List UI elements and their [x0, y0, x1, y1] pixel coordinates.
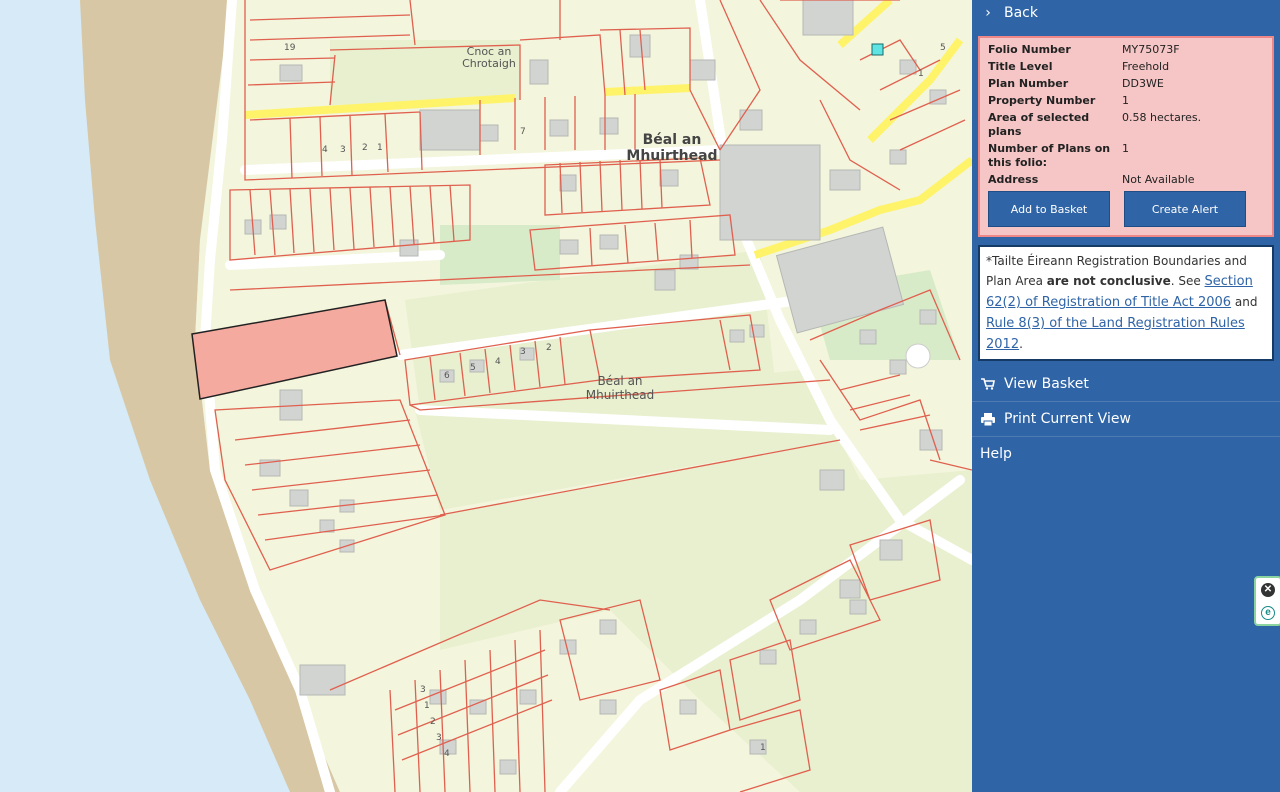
help-link[interactable]: Help	[972, 437, 1280, 471]
folio-field-row: Plan Number DD3WE	[988, 77, 1266, 91]
field-label: Title Level	[988, 60, 1053, 73]
map-label-cnoc-an-chrotaigh: Cnoc an Chrotaigh	[462, 45, 516, 70]
map-canvas[interactable]: 194 3 2 175643 215312341	[0, 0, 972, 792]
map-view[interactable]: 19 4 3 2 1 7 5 6 4 3 2 1 5 3 1 2 3 4 1 Cnoc an Chrotaigh B…	[0, 0, 972, 792]
printer-icon	[980, 412, 996, 426]
house-number: 3	[420, 685, 426, 695]
house-number: 19	[284, 43, 296, 53]
field-value: MY75073F	[1122, 43, 1180, 56]
help-label: Help	[980, 446, 1012, 462]
folio-field-row: Address Not Available	[988, 173, 1266, 187]
field-value: 0.58 hectares.	[1122, 111, 1202, 124]
folio-field-row: Area of selected plans 0.58 hectares.	[988, 111, 1266, 139]
folio-fields: Folio Number MY75073F Title Level Freehold P…	[988, 43, 1266, 187]
disclaimer-mid: . See	[1170, 274, 1205, 288]
disclaimer-and: and	[1231, 295, 1258, 309]
side-widget-tab[interactable]: ✕ e	[1254, 576, 1280, 626]
field-label: Plan Number	[988, 77, 1069, 90]
disclaimer-box: *Tailte Éireann Registration Boundaries …	[978, 245, 1274, 361]
field-label: Number of Plans on this folio:	[988, 142, 1111, 169]
location-marker[interactable]	[871, 43, 884, 56]
view-basket-label: View Basket	[1004, 376, 1089, 392]
house-number: 1	[918, 69, 924, 79]
chevron-right-icon: ›	[985, 5, 991, 21]
print-view-label: Print Current View	[1004, 411, 1131, 427]
back-label: Back	[1004, 5, 1038, 21]
field-value: Not Available	[1122, 173, 1195, 186]
field-value: 1	[1122, 94, 1129, 107]
e-icon[interactable]: e	[1261, 605, 1275, 620]
field-value: 1	[1122, 142, 1129, 155]
folio-field-row: Folio Number MY75073F	[988, 43, 1266, 57]
house-number: 6	[444, 371, 450, 381]
house-number: 2	[362, 143, 368, 153]
house-number: 3	[520, 347, 526, 357]
green-space	[440, 225, 560, 285]
field-label: Area of selected plans	[988, 111, 1090, 138]
back-link[interactable]: › Back	[972, 0, 1280, 26]
house-number: 3	[436, 733, 442, 743]
field-label: Folio Number	[988, 43, 1071, 56]
folio-field-row: Number of Plans on this folio: 1	[988, 142, 1266, 170]
disclaimer-bold: are not conclusive	[1046, 274, 1171, 288]
close-icon[interactable]: ✕	[1261, 582, 1275, 597]
field-label: Address	[988, 173, 1039, 186]
house-number: 1	[760, 743, 766, 753]
house-number: 4	[444, 749, 450, 759]
folio-info-card: Folio Number MY75073F Title Level Freehold P…	[978, 36, 1274, 237]
house-number: 4	[322, 145, 328, 155]
folio-field-row: Title Level Freehold	[988, 60, 1266, 74]
cart-icon	[980, 378, 996, 390]
house-number: 7	[520, 127, 526, 137]
disclaimer-end: .	[1019, 337, 1023, 351]
create-alert-button[interactable]: Create Alert	[1124, 191, 1246, 227]
print-view-link[interactable]: Print Current View	[972, 402, 1280, 437]
map-label-beal-an-mhuirthead-south: Béal an Mhuirthead	[585, 374, 655, 402]
field-value: DD3WE	[1122, 77, 1164, 90]
house-number: 1	[377, 143, 383, 153]
add-to-basket-button[interactable]: Add to Basket	[988, 191, 1110, 227]
map-label-beal-an-mhuirthead-north: Béal an Mhuirthead	[626, 132, 718, 164]
folio-field-row: Property Number 1	[988, 94, 1266, 108]
house-number: 5	[470, 363, 476, 373]
rule-8-link[interactable]: Rule 8(3) of the Land Registration Rules…	[986, 316, 1245, 352]
house-number: 2	[546, 343, 552, 353]
field-value: Freehold	[1122, 60, 1170, 73]
house-number: 2	[430, 717, 436, 727]
house-number: 4	[495, 357, 501, 367]
view-basket-link[interactable]: View Basket	[972, 367, 1280, 402]
house-number: 1	[424, 701, 430, 711]
house-number: 3	[340, 145, 346, 155]
field-label: Property Number	[988, 94, 1096, 107]
side-panel: › Back Folio Number MY75073F Title Level Fr…	[972, 0, 1280, 792]
roundabout	[905, 343, 931, 369]
house-number: 5	[940, 43, 946, 53]
